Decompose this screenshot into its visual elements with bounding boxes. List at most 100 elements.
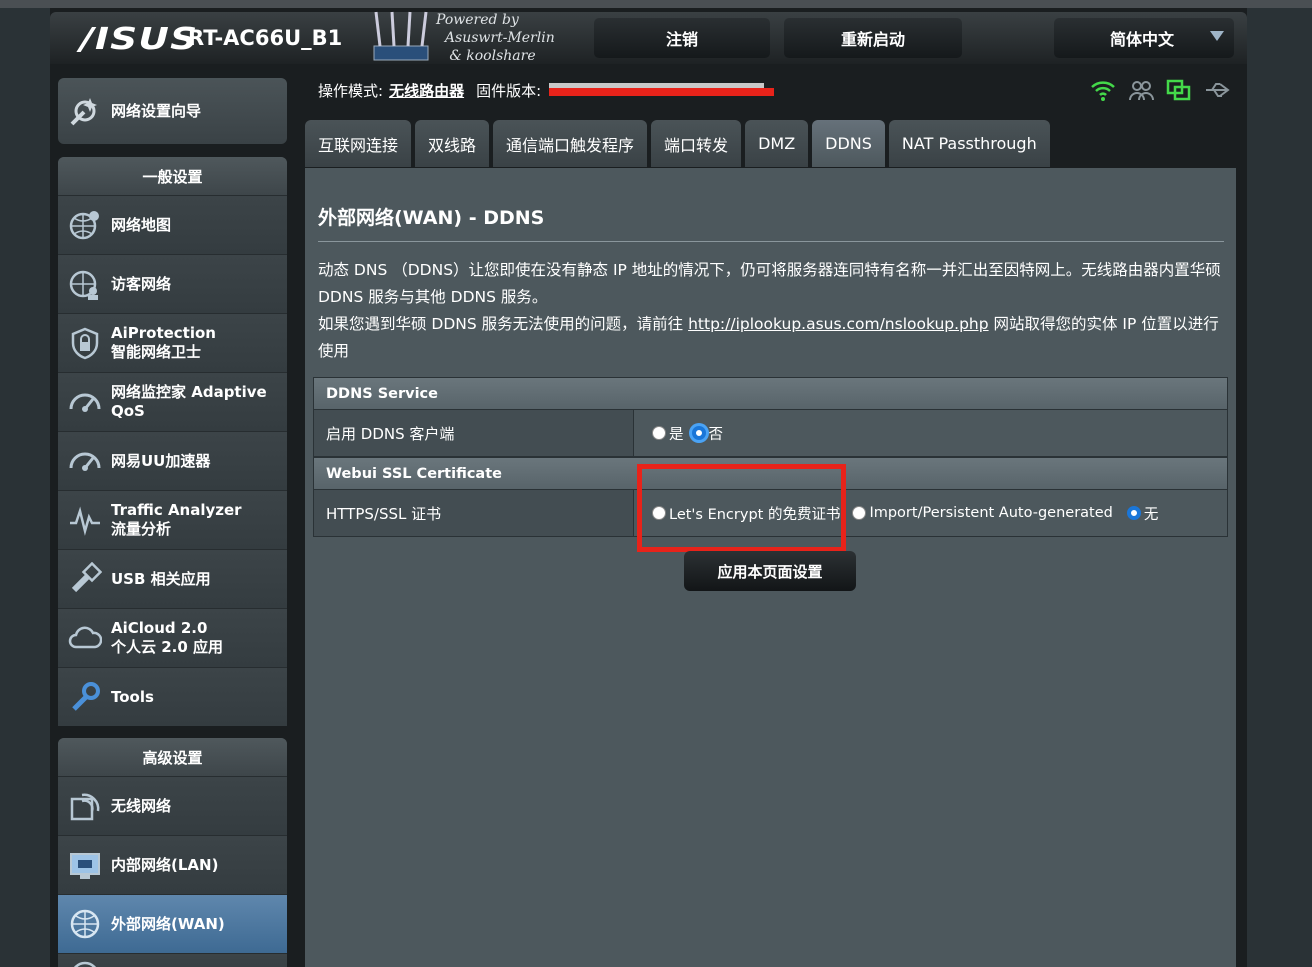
sidebar-item-traffic-analyzer[interactable]: Traffic Analyzer 流量分析: [58, 490, 287, 549]
sidebar-item-tools[interactable]: Tools: [58, 667, 287, 726]
tab-dmz[interactable]: DMZ: [745, 120, 809, 167]
tab-port-trigger[interactable]: 通信端口触发程序: [493, 120, 648, 167]
sidebar-item-wan[interactable]: 外部网络(WAN): [58, 894, 287, 953]
radio-label: 否: [708, 426, 724, 443]
page-description: 动态 DNS （DDNS）让您即使在没有静态 IP 地址的情况下，仍可将服务器连…: [318, 257, 1230, 365]
iplookup-link[interactable]: http://iplookup.asus.com/nslookup.php: [688, 315, 988, 333]
wizard-icon: [70, 98, 97, 126]
radio-button[interactable]: [652, 426, 666, 440]
language-select[interactable]: 简体中文: [1054, 18, 1234, 58]
ssl-cert-label: HTTPS/SSL 证书: [314, 490, 634, 536]
sidebar-item-adaptive-qos[interactable]: 网络监控家 Adaptive QoS: [58, 372, 287, 431]
description-line-2: 如果您遇到华硕 DDNS 服务无法使用的问题，请前往 http://iplook…: [318, 311, 1230, 365]
sidebar-item-label: 网络监控家 Adaptive QoS: [111, 383, 267, 420]
radio-label: 是: [669, 426, 684, 443]
sidebar-item-label: 网络地图: [111, 215, 172, 234]
ddns-enable-options: 是 否: [634, 410, 1227, 456]
lan-port-icon: [70, 853, 100, 879]
shield-lock-icon: [71, 327, 99, 360]
reboot-button[interactable]: 重新启动: [784, 18, 962, 58]
asus-logo: /ISUS: [80, 22, 199, 57]
logout-button[interactable]: 注销: [594, 18, 770, 58]
usb-icon: [71, 562, 102, 593]
red-highlight-box: [637, 464, 846, 552]
sidebar-item-label: Traffic Analyzer 流量分析: [111, 501, 242, 538]
clients-icon[interactable]: [1128, 78, 1154, 102]
sidebar-item-guest-network[interactable]: 访客网络: [58, 254, 287, 313]
description-line-1: 动态 DNS （DDNS）让您即使在没有静态 IP 地址的情况下，仍可将服务器连…: [318, 261, 1221, 306]
sidebar-item-wireless[interactable]: 无线网络: [58, 776, 287, 835]
tab-ddns[interactable]: DDNS: [812, 120, 885, 167]
tab-internet[interactable]: 互联网连接: [305, 120, 412, 167]
sidebar-item-label: Tools: [111, 687, 154, 706]
wizard-label: 网络设置向导: [111, 101, 202, 120]
network-status-icon[interactable]: [1166, 78, 1192, 102]
radio-label: 无: [1143, 506, 1159, 523]
sidebar-item-label: 访客网络: [111, 274, 172, 293]
router-model: RT-AC66U_B1: [188, 26, 343, 50]
radio-label: Import/Persistent Auto-generated: [869, 505, 1113, 521]
wan-tabs: 互联网连接 双线路 通信端口触发程序 端口转发 DMZ DDNS NAT Pas…: [305, 120, 1050, 167]
sidebar-item-aiprotection[interactable]: AiProtection 智能网络卫士: [58, 313, 287, 372]
wireless-icon: [70, 793, 100, 821]
sidebar-item-label: USB 相关应用: [111, 569, 211, 588]
status-icons: [1090, 78, 1230, 102]
language-value: 简体中文: [1110, 30, 1175, 49]
ssl-option-import[interactable]: Import/Persistent Auto-generated: [852, 505, 1113, 521]
tab-port-forwarding[interactable]: 端口转发: [651, 120, 742, 167]
sidebar-item-label: 网易UU加速器: [111, 451, 211, 470]
ddns-service-table: DDNS Service 启用 DDNS 客户端 是 否: [313, 377, 1228, 457]
ddns-service-header: DDNS Service: [313, 377, 1228, 410]
globe-map-icon: [69, 211, 99, 240]
sidebar-item-lan[interactable]: 内部网络(LAN): [58, 835, 287, 894]
globe-icon: [73, 961, 97, 967]
wifi-status-icon[interactable]: [1090, 78, 1116, 102]
status-bar: 操作模式: 无线路由器 固件版本:: [318, 80, 541, 101]
page-title: 外部网络(WAN) - DDNS: [318, 207, 545, 229]
ddns-enable-label: 启用 DDNS 客户端: [314, 410, 634, 456]
firmware-label: 固件版本:: [476, 82, 542, 100]
redaction-mark: [549, 88, 774, 96]
router-antenna-icon: [373, 11, 429, 61]
table-row: 启用 DDNS 客户端 是 否: [313, 410, 1228, 457]
advanced-settings-menu: 高级设置 无线网络 内部网络(LAN) 外部网络(WAN): [58, 738, 287, 967]
sidebar-item-aicloud[interactable]: AiCloud 2.0 个人云 2.0 应用: [58, 608, 287, 667]
powered-by-banner: Powered by Asuswrt-Merlin & koolshare: [370, 10, 580, 64]
globe-icon: [70, 909, 100, 939]
wrench-icon: [72, 682, 100, 711]
op-mode-link[interactable]: 无线路由器: [389, 80, 464, 101]
sidebar-item-label: AiProtection 智能网络卫士: [111, 324, 216, 361]
description-text: 如果您遇到华硕 DDNS 服务无法使用的问题，请前往: [318, 315, 689, 333]
sidebar-item-label: 外部网络(WAN): [111, 914, 225, 933]
sidebar-item-network-map[interactable]: 网络地图: [58, 195, 287, 254]
tab-nat-passthrough[interactable]: NAT Passthrough: [888, 120, 1050, 167]
sidebar-item-next[interactable]: [58, 953, 287, 967]
sidebar-item-usb-apps[interactable]: USB 相关应用: [58, 549, 287, 608]
radio-button-selected[interactable]: [1126, 506, 1141, 520]
powered-by-text: Powered by Asuswrt-Merlin & koolshare: [436, 12, 555, 64]
sidebar-item-label: 无线网络: [111, 796, 172, 815]
title-divider: [318, 241, 1224, 242]
usb-status-icon[interactable]: [1204, 78, 1230, 102]
pulse-chart-icon: [70, 506, 100, 536]
radio-button-selected[interactable]: [691, 426, 706, 440]
apply-button[interactable]: 应用本页面设置: [684, 551, 856, 591]
radio-button[interactable]: [852, 506, 867, 520]
network-wizard-button[interactable]: 网络设置向导: [58, 78, 287, 144]
cloud-icon: [68, 626, 102, 649]
op-mode-label: 操作模式:: [318, 82, 384, 100]
window-top-strip: [0, 0, 1312, 8]
speedometer-icon: [69, 452, 101, 471]
general-settings-title: 一般设置: [58, 157, 287, 195]
sidebar-item-label: 内部网络(LAN): [111, 855, 219, 874]
tab-dual-wan[interactable]: 双线路: [415, 120, 490, 167]
chevron-down-icon: [1210, 31, 1224, 41]
sidebar-item-uu-accelerator[interactable]: 网易UU加速器: [58, 431, 287, 490]
speedometer-icon: [69, 393, 101, 412]
ddns-enable-no[interactable]: 否: [691, 423, 724, 444]
ssl-option-none[interactable]: 无: [1126, 503, 1159, 524]
ddns-enable-yes[interactable]: 是: [652, 423, 684, 444]
guest-globe-icon: [69, 270, 98, 300]
sidebar-item-label: AiCloud 2.0 个人云 2.0 应用: [111, 619, 224, 656]
advanced-settings-title: 高级设置: [58, 738, 287, 776]
